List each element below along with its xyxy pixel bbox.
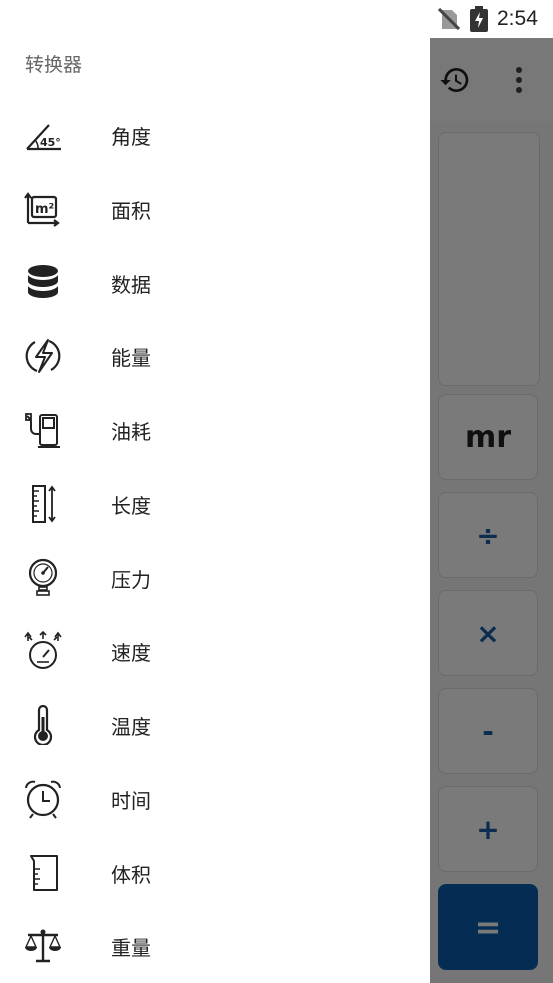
drawer-item-label: 面积	[111, 198, 151, 223]
thermometer-icon	[22, 704, 64, 746]
converter-drawer: 转换器 45° 角度 m² 面积 数据 能量 油耗 长度 压力 速度 温度 时间…	[0, 0, 430, 983]
drawer-item-temperature[interactable]: 温度	[0, 689, 430, 761]
drawer-item-angle[interactable]: 45° 角度	[0, 99, 430, 171]
beaker-icon	[22, 852, 64, 894]
drawer-item-pressure[interactable]: 压力	[0, 542, 430, 614]
drawer-item-label: 体积	[111, 862, 151, 887]
status-time: 2:54	[497, 7, 538, 30]
drawer-item-speed[interactable]: 速度	[0, 615, 430, 687]
pressure-gauge-icon	[22, 557, 64, 599]
drawer-item-energy[interactable]: 能量	[0, 320, 430, 392]
drawer-item-label: 角度	[111, 124, 151, 149]
speedometer-icon	[22, 630, 64, 672]
alarm-clock-icon	[22, 778, 64, 820]
drawer-item-label: 长度	[111, 493, 151, 518]
drawer-item-weight[interactable]: 重量	[0, 910, 430, 982]
drawer-item-time[interactable]: 时间	[0, 763, 430, 835]
drawer-item-label: 数据	[111, 272, 151, 297]
drawer-item-label: 重量	[111, 935, 151, 960]
angle-icon: 45°	[22, 114, 64, 156]
fuel-pump-icon	[22, 409, 64, 451]
drawer-item-label: 温度	[111, 714, 151, 739]
energy-icon	[22, 335, 64, 377]
svg-text:m²: m²	[35, 202, 54, 217]
drawer-item-label: 油耗	[111, 419, 151, 444]
drawer-item-volume[interactable]: 体积	[0, 837, 430, 909]
balance-scale-icon	[22, 925, 64, 967]
area-icon: m²	[22, 188, 64, 230]
drawer-item-label: 能量	[111, 345, 151, 370]
drawer-title: 转换器	[25, 54, 83, 76]
drawer-item-length[interactable]: 长度	[0, 468, 430, 540]
drawer-item-data[interactable]: 数据	[0, 247, 430, 319]
drawer-item-fuel[interactable]: 油耗	[0, 394, 430, 466]
no-sim-icon	[438, 8, 460, 30]
drawer-item-label: 时间	[111, 788, 151, 813]
drawer-item-area[interactable]: m² 面积	[0, 173, 430, 245]
svg-text:45°: 45°	[40, 136, 61, 149]
battery-charging-icon	[470, 6, 488, 32]
database-icon	[22, 262, 64, 304]
ruler-icon	[22, 483, 64, 525]
drawer-item-label: 速度	[111, 640, 151, 665]
drawer-item-label: 压力	[111, 567, 151, 592]
